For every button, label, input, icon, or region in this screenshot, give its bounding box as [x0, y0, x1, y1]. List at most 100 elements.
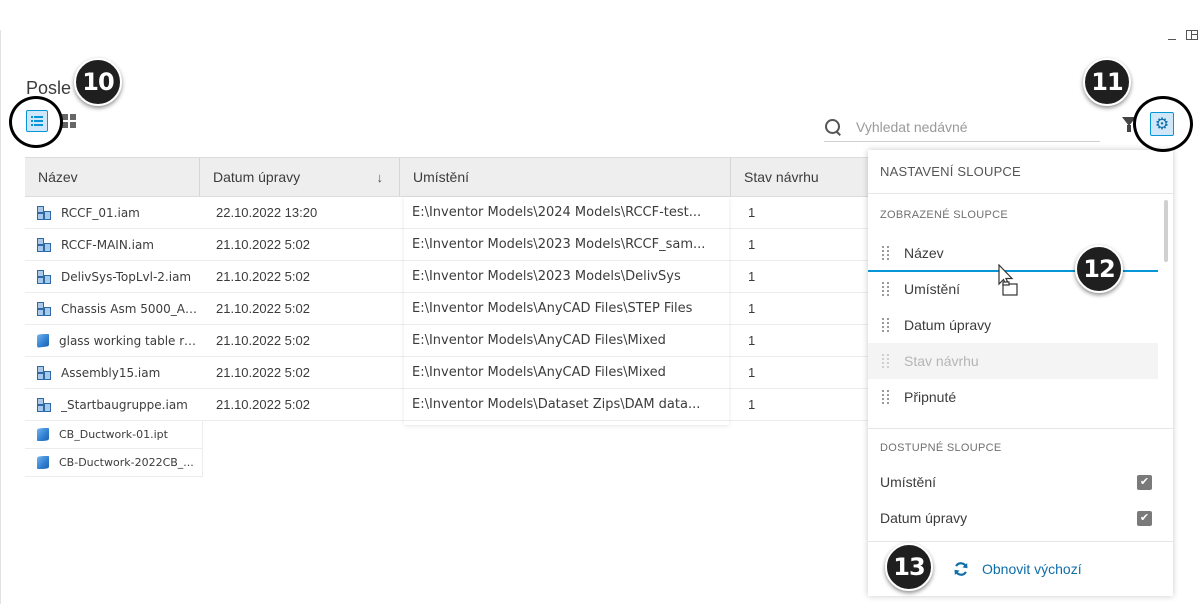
cell-location: E:\Inventor Models\AnyCAD Files\Mixed: [412, 365, 666, 380]
table-row[interactable]: RCCF_01.iam 22.10.2022 13:20 E:\Inventor M…: [25, 197, 868, 229]
cell-location: E:\Inventor Models\Dataset Zips\DAM data…: [412, 397, 701, 412]
drag-handle-icon[interactable]: [882, 282, 890, 296]
column-checkbox[interactable]: ✔: [1137, 474, 1152, 490]
column-settings-panel: NASTAVENÍ SLOUPCE ZOBRAZENÉ SLOUPCE Náze…: [868, 150, 1173, 596]
table-row[interactable]: _Startbaugruppe.iam 21.10.2022 5:02 E:\Inv…: [25, 389, 868, 421]
tile-view-icon: [62, 114, 76, 128]
window-controls: [1168, 30, 1198, 40]
cell-design-state: 1: [748, 397, 756, 412]
column-header-name[interactable]: Název: [25, 158, 200, 196]
shown-column-item[interactable]: Stav návrhu: [868, 343, 1158, 379]
file-name: Chassis Asm 5000_AP...: [61, 301, 200, 316]
available-columns-list: Umístění ✔ Datum úpravy ✔: [868, 464, 1173, 536]
refresh-icon: [954, 562, 968, 576]
shown-column-label: Umístění: [904, 281, 961, 297]
cell-date: 21.10.2022 5:02: [216, 269, 310, 284]
assembly-icon: [37, 205, 51, 220]
assembly-icon: [37, 397, 51, 412]
shown-column-label: Stav návrhu: [904, 353, 979, 369]
cell-design-state: 1: [748, 365, 756, 380]
minimize-icon[interactable]: [1168, 38, 1176, 40]
cell-design-state: 1: [748, 205, 756, 220]
shown-column-label: Název: [904, 245, 944, 261]
assembly-icon: [37, 301, 51, 316]
cell-name: Assembly15.iam: [25, 365, 200, 380]
cell-date: 21.10.2022 5:02: [216, 397, 310, 412]
available-column-label: Umístění: [880, 474, 937, 490]
panel-title: NASTAVENÍ SLOUPCE: [868, 150, 1173, 194]
cell-date: 21.10.2022 5:02: [216, 301, 310, 316]
file-name: glass working table rh...: [59, 333, 200, 348]
callout-ring-gear: [1133, 96, 1193, 152]
callout-badge-13: 13: [885, 543, 933, 591]
table-row[interactable]: Chassis Asm 5000_AP... 21.10.2022 5:02 E:\…: [25, 293, 868, 325]
table-row[interactable]: CB_Ductwork-01.ipt: [25, 421, 203, 449]
panel-scrollbar[interactable]: [1164, 200, 1168, 262]
drag-handle-icon[interactable]: [882, 246, 890, 260]
file-name: Assembly15.iam: [61, 365, 161, 380]
drag-handle-icon[interactable]: [882, 318, 890, 332]
cell-name: RCCF_01.iam: [25, 205, 200, 220]
column-checkbox[interactable]: ✔: [1137, 510, 1152, 526]
file-name: CB-Ductwork-2022CB_...: [59, 456, 194, 469]
search-input[interactable]: [856, 118, 1086, 135]
table-header: Název Datum úpravy ↓ Umístění Stav návrhu: [25, 157, 868, 197]
table-row[interactable]: DelivSys-TopLvl-2.iam 21.10.2022 5:02 E:\I…: [25, 261, 868, 293]
reset-defaults-button[interactable]: Obnovit výchozí: [952, 560, 1082, 578]
file-name: DelivSys-TopLvl-2.iam: [61, 269, 192, 284]
cell-name: glass working table rh...: [25, 333, 200, 348]
table-row[interactable]: CB-Ductwork-2022CB_...: [25, 449, 203, 477]
cell-design-state: 1: [748, 301, 756, 316]
available-column-item[interactable]: Datum úpravy ✔: [868, 500, 1173, 536]
cell-name: RCCF-MAIN.iam: [25, 237, 200, 252]
shown-column-label: Datum úpravy: [904, 317, 992, 333]
split-view-icon[interactable]: [1186, 30, 1198, 40]
cell-location: E:\Inventor Models\2023 Models\RCCF_sam.…: [412, 237, 706, 252]
cell-design-state: 1: [748, 269, 756, 284]
trailing-rows: CB_Ductwork-01.ipt CB-Ductwork-2022CB_...: [25, 421, 203, 477]
shown-column-label: Připnuté: [904, 389, 957, 405]
callout-badge-12: 12: [1075, 245, 1123, 293]
callout-badge-11: 11: [1083, 58, 1131, 106]
cell-date: 22.10.2022 13:20: [216, 205, 318, 220]
part-icon: [37, 428, 49, 441]
drag-handle-icon[interactable]: [882, 354, 890, 368]
cell-date: 21.10.2022 5:02: [216, 365, 310, 380]
cell-name: _Startbaugruppe.iam: [25, 397, 200, 412]
cell-date: 21.10.2022 5:02: [216, 237, 310, 252]
shown-column-item[interactable]: Připnuté: [868, 379, 1158, 415]
recent-files-table: Název Datum úpravy ↓ Umístění Stav návrhu…: [25, 157, 868, 421]
assembly-icon: [37, 269, 51, 284]
cell-location: E:\Inventor Models\2024 Models\RCCF-test…: [412, 205, 702, 220]
cell-location: E:\Inventor Models\AnyCAD Files\STEP Fil…: [412, 301, 693, 316]
table-row[interactable]: RCCF-MAIN.iam 21.10.2022 5:02 E:\Inventor …: [25, 229, 868, 261]
file-name: CB_Ductwork-01.ipt: [59, 428, 168, 441]
table-row[interactable]: Assembly15.iam 21.10.2022 5:02 E:\Inventor…: [25, 357, 868, 389]
shown-columns-heading: ZOBRAZENÉ SLOUPCE: [880, 209, 1008, 221]
cell-design-state: 1: [748, 237, 756, 252]
part-icon: [37, 333, 49, 348]
panel-divider: [868, 428, 1173, 429]
reset-defaults-label: Obnovit výchozí: [982, 561, 1082, 577]
window-left-border: [0, 30, 1, 604]
available-column-label: Datum úpravy: [880, 510, 968, 526]
cell-name: CB-Ductwork-2022CB_...: [25, 456, 202, 469]
assembly-icon: [37, 365, 51, 380]
table-row[interactable]: glass working table rh... 21.10.2022 5:02…: [25, 325, 868, 357]
cell-location: E:\Inventor Models\2023 Models\DelivSys: [412, 269, 681, 284]
column-header-design-state[interactable]: Stav návrhu: [731, 158, 868, 196]
available-columns-heading: DOSTUPNÉ SLOUPCE: [880, 442, 1002, 454]
assembly-icon: [37, 237, 51, 252]
column-header-date[interactable]: Datum úpravy ↓: [200, 158, 400, 196]
file-name: RCCF_01.iam: [61, 205, 140, 220]
cell-location: E:\Inventor Models\AnyCAD Files\Mixed: [412, 333, 666, 348]
file-name: _Startbaugruppe.iam: [61, 397, 188, 412]
column-header-location[interactable]: Umístění: [400, 158, 731, 196]
search-box[interactable]: [824, 112, 1100, 142]
drag-cursor-icon: [998, 264, 1018, 296]
cell-name: DelivSys-TopLvl-2.iam: [25, 269, 200, 284]
shown-column-item[interactable]: Datum úpravy: [868, 307, 1158, 343]
available-column-item[interactable]: Umístění ✔: [868, 464, 1173, 500]
file-name: RCCF-MAIN.iam: [61, 237, 154, 252]
drag-handle-icon[interactable]: [882, 390, 890, 404]
